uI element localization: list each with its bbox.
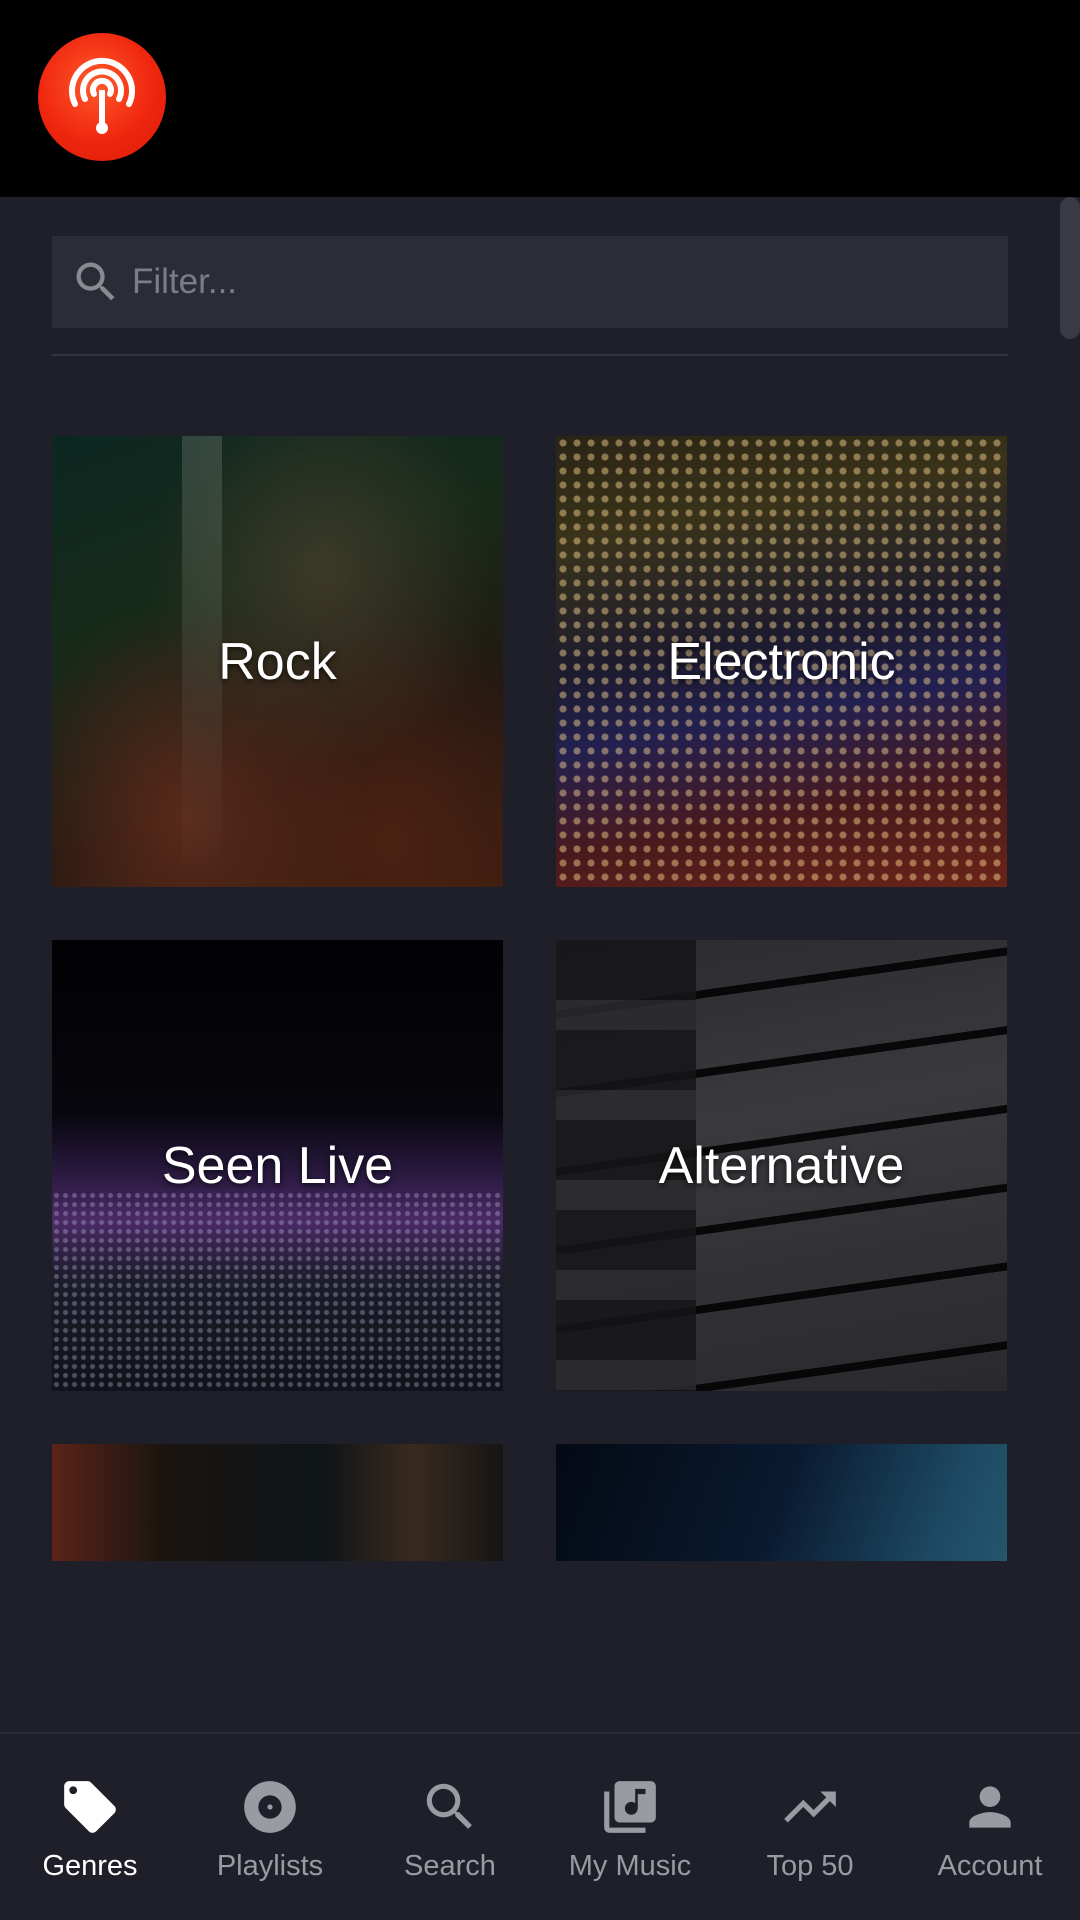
tag-icon (64, 1781, 116, 1833)
genre-tile-partial-guitar[interactable] (52, 1444, 503, 1561)
tile-background-beam (182, 436, 222, 887)
app-header (0, 0, 1080, 197)
nav-item-account[interactable]: Account (900, 1734, 1080, 1920)
tile-background-crowd (52, 1191, 503, 1391)
app-root: Rock Electronic Seen Live Alternative Ge… (0, 0, 1080, 1920)
search-icon (426, 1783, 472, 1829)
genre-tile-alternative[interactable]: Alternative (556, 940, 1007, 1391)
genre-tile-seen-live[interactable]: Seen Live (52, 940, 503, 1391)
genre-tile-rock[interactable]: Rock (52, 436, 503, 887)
nav-label: Search (404, 1850, 496, 1882)
nav-item-top-50[interactable]: Top 50 (720, 1734, 900, 1920)
divider (52, 354, 1008, 356)
nav-item-genres[interactable]: Genres (0, 1734, 180, 1920)
nav-label: Account (937, 1850, 1043, 1882)
nav-item-search[interactable]: Search (360, 1734, 540, 1920)
trending-up-icon (784, 1791, 836, 1823)
nav-label: Genres (42, 1850, 138, 1882)
nav-item-my-music[interactable]: My Music (540, 1734, 720, 1920)
filter-field[interactable] (52, 236, 1008, 328)
genre-tile-partial-blue[interactable] (556, 1444, 1007, 1561)
scrollbar-thumb[interactable] (1060, 197, 1080, 339)
genre-label: Electronic (667, 632, 896, 691)
nav-label: Top 50 (766, 1850, 854, 1882)
bottom-navigation: Genres Playlists Search My Music Top 50 (0, 1732, 1080, 1920)
genre-label: Seen Live (161, 1136, 394, 1195)
nav-label: Playlists (216, 1850, 324, 1882)
podcast-logo-icon[interactable] (38, 33, 166, 161)
scrollbar[interactable] (1058, 197, 1080, 1732)
filter-input[interactable] (122, 236, 1008, 328)
nav-label: My Music (568, 1850, 692, 1882)
music-library-icon (604, 1781, 656, 1833)
genre-tile-electronic[interactable]: Electronic (556, 436, 1007, 887)
search-icon (76, 262, 115, 301)
genre-label: Alternative (658, 1136, 905, 1195)
disc-icon (244, 1781, 296, 1833)
nav-item-playlists[interactable]: Playlists (180, 1734, 360, 1920)
person-icon (969, 1786, 1011, 1828)
genre-label: Rock (218, 632, 337, 691)
